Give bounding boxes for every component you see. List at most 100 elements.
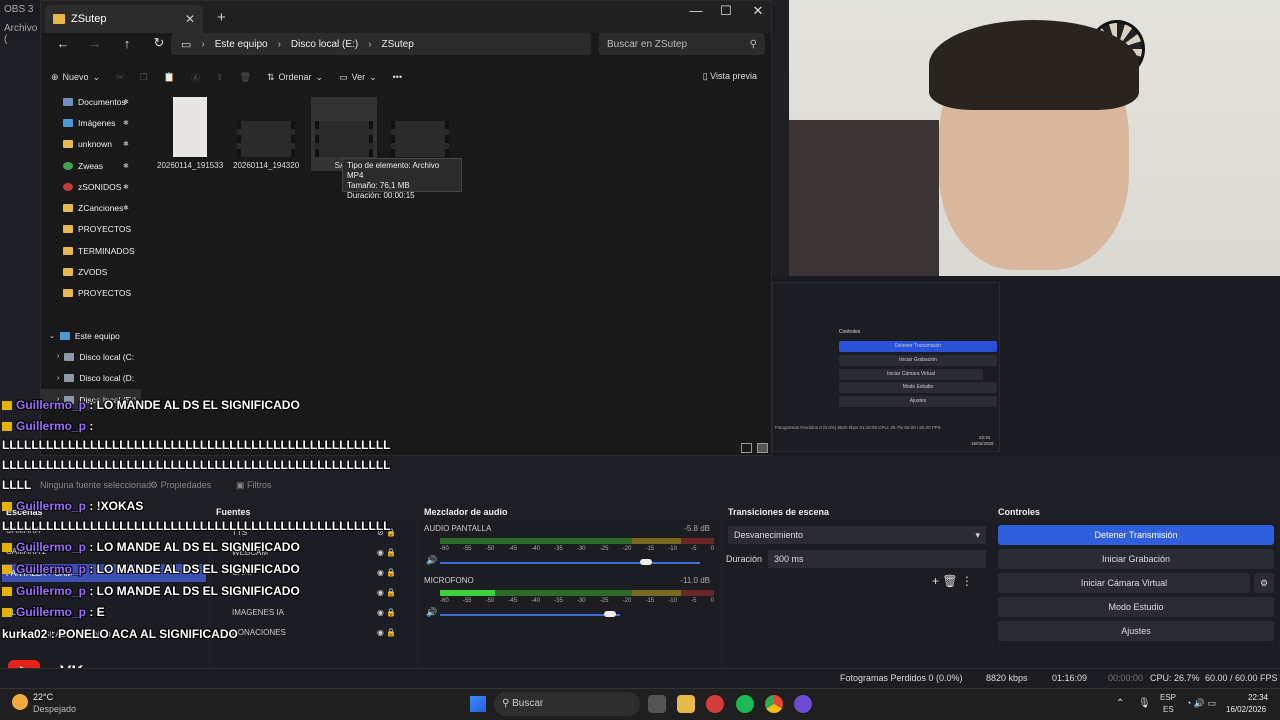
taskbar-search[interactable]: ⚲ Buscar — [494, 692, 640, 716]
explorer-tab[interactable]: ZSutep ✕ — [45, 5, 203, 33]
cut-icon[interactable]: ✂ — [116, 72, 124, 83]
obs-icon[interactable] — [794, 695, 812, 713]
chrome-icon[interactable] — [765, 695, 783, 713]
stop-stream-button[interactable]: Detener Transmisión — [998, 525, 1274, 545]
meter-ticks: -60 -55 -50 -45 -40 -35 -30 -25 -20 -15 -10 -5 0 — [440, 598, 714, 604]
paste-icon[interactable]: 📋 — [164, 72, 175, 83]
transitions-panel-title: Transiciones de escena — [728, 507, 830, 517]
forward-icon[interactable]: → — [79, 36, 111, 51]
breadcrumb-zsutep[interactable]: ZSutep — [382, 39, 414, 50]
file-item[interactable] — [387, 97, 453, 161]
mini-date: 16/02/2026 — [971, 441, 994, 446]
rename-icon[interactable]: Ⓐ — [191, 71, 200, 84]
search-input[interactable]: Buscar en ZSutep ⚲ — [599, 33, 765, 55]
back-icon[interactable]: ← — [47, 36, 79, 51]
sidebar-item-zvods[interactable]: ZVODS — [41, 261, 141, 282]
meter-tick: 0 — [710, 546, 714, 552]
file-item[interactable]: 20260114_194320 — [233, 97, 299, 170]
file-item[interactable]: 20260114_191533 — [157, 97, 223, 170]
studio-mode-button[interactable]: Modo Estudio — [998, 597, 1274, 617]
sidebar-item-proyectos[interactable]: PROYECTOS — [41, 219, 141, 240]
sidebar-item-imagenes[interactable]: Imágenes ✱ — [41, 112, 141, 133]
start-recording-button[interactable]: Iniciar Grabación — [998, 549, 1274, 569]
add-transition-icon[interactable]: + 🗑 ⋮ — [932, 574, 973, 588]
breadcrumb-este-equipo[interactable]: Este equipo — [215, 39, 268, 50]
chat-text: : LO MANDE AL DS EL SIGNIFICADO — [86, 584, 300, 598]
gear-icon[interactable]: ⚙ — [1254, 573, 1274, 593]
app-icon[interactable] — [706, 695, 724, 713]
folder-icon — [53, 14, 65, 24]
chat-badge-icon — [2, 422, 12, 432]
breadcrumb-disco-e[interactable]: Disco local (E:) — [291, 39, 358, 50]
sidebar-item-zsonidos[interactable]: zSONIDOS ✱ — [41, 176, 141, 197]
speaker-icon[interactable]: 🔊 — [426, 607, 437, 618]
settings-button[interactable]: Ajustes — [998, 621, 1274, 641]
volume-slider[interactable] — [440, 562, 700, 564]
windows-taskbar — [0, 688, 1280, 720]
minimize-icon[interactable]: — — [681, 3, 711, 18]
delete-icon[interactable]: 🗑 — [240, 72, 251, 83]
start-icon[interactable] — [470, 696, 486, 712]
tray-chevron-icon[interactable]: ⌃ — [1116, 698, 1124, 709]
chat-message: LLLLLLLLLLLLLLLLLLLLLLLLLLLLLLLLLLLLLLLL… — [2, 458, 391, 472]
meter-tick: -55 — [462, 598, 472, 604]
sidebar-item-zweas[interactable]: Zweas ✱ — [41, 155, 141, 176]
language-code[interactable]: ESP — [1160, 693, 1176, 702]
image-thumbnail — [173, 97, 207, 157]
sidebar-item-documentos[interactable]: Documentos ✱ — [41, 91, 141, 112]
filters-button[interactable]: ▣ Filtros — [236, 480, 272, 491]
taskbar-time[interactable]: 22:34 — [1248, 693, 1268, 702]
sidebar-drive-c[interactable]: › Disco local (C: — [41, 346, 141, 367]
up-icon[interactable]: ↑ — [111, 36, 143, 51]
properties-button[interactable]: ⚙ Propiedades — [150, 480, 211, 491]
speaker-icon[interactable]: 🔊 — [426, 555, 437, 566]
duration-input[interactable]: 300 ms — [768, 550, 986, 568]
meter-tick: -15 — [645, 598, 655, 604]
source-item[interactable]: DONACIONES ◉ 🔒 — [212, 622, 408, 642]
volume-slider[interactable] — [440, 614, 620, 616]
mini-studio-button: Modo Estudio — [839, 382, 997, 393]
task-view-icon[interactable] — [648, 695, 666, 713]
details-view-icon[interactable] — [741, 443, 752, 453]
meter-tick: -40 — [531, 546, 540, 552]
maximize-icon[interactable]: ☐ — [711, 3, 741, 19]
volume-knob[interactable] — [604, 611, 616, 617]
sort-button[interactable]: ⇅ Ordenar ⌄ — [267, 72, 323, 83]
sidebar-item-unknown[interactable]: unknown ✱ — [41, 134, 141, 155]
meter-tick: -25 — [599, 546, 609, 552]
close-window-icon[interactable]: ✕ — [743, 3, 773, 19]
obs-menu-archivo[interactable]: Archivo ( — [0, 19, 40, 49]
source-item[interactable]: IMAGENES IA ◉ 🔒 — [212, 602, 408, 622]
more-icon[interactable]: ••• — [393, 72, 402, 82]
weather-temp[interactable]: 22°C — [33, 692, 53, 702]
chat-text: LLLL — [2, 478, 32, 492]
start-virtual-cam-button[interactable]: Iniciar Cámara Virtual — [998, 573, 1250, 593]
preview-button[interactable]: ▯ Vista previa — [703, 71, 757, 82]
new-button[interactable]: ⊕ Nuevo ⌄ — [51, 72, 100, 83]
view-button[interactable]: ▭ Ver ⌄ — [339, 72, 377, 83]
sidebar-item-terminados[interactable]: TERMINADOS — [41, 240, 141, 261]
sidebar-item-proyectos-2[interactable]: PROYECTOS — [41, 283, 141, 304]
share-icon[interactable]: ⇪ — [216, 72, 224, 83]
sidebar-item-este-equipo[interactable]: ⌄ Este equipo — [41, 325, 141, 346]
new-tab-icon[interactable]: + — [217, 9, 226, 26]
sidebar-item-zcanciones[interactable]: ZCanciones ✱ — [41, 197, 141, 218]
transition-select[interactable]: Desvanecimiento ▾ — [728, 526, 986, 544]
meter-tick: -55 — [462, 546, 472, 552]
chat-username: Guillermo_p — [16, 398, 87, 412]
chat-username: Guillermo_p — [16, 605, 87, 619]
chat-username: Guillermo_p — [16, 540, 87, 554]
close-tab-icon[interactable]: ✕ — [185, 12, 195, 26]
file-explorer-icon[interactable] — [677, 695, 695, 713]
sidebar-drive-d[interactable]: › Disco local (D: — [41, 368, 141, 389]
meter-tick: -10 — [668, 598, 677, 604]
mic-icon[interactable]: 🎙 — [1138, 698, 1151, 709]
address-bar[interactable]: ▭ › Este equipo › Disco local (E:) › ZSu… — [171, 33, 591, 55]
thumbnail-view-icon[interactable] — [757, 443, 768, 453]
weather-icon[interactable] — [12, 694, 28, 710]
wifi-icon[interactable]: ◔ 🔊 ▭ — [1186, 698, 1216, 709]
spotify-icon[interactable] — [736, 695, 754, 713]
meter-tick: -45 — [508, 598, 518, 604]
volume-knob[interactable] — [640, 559, 652, 565]
copy-icon[interactable]: ❐ — [140, 72, 148, 83]
